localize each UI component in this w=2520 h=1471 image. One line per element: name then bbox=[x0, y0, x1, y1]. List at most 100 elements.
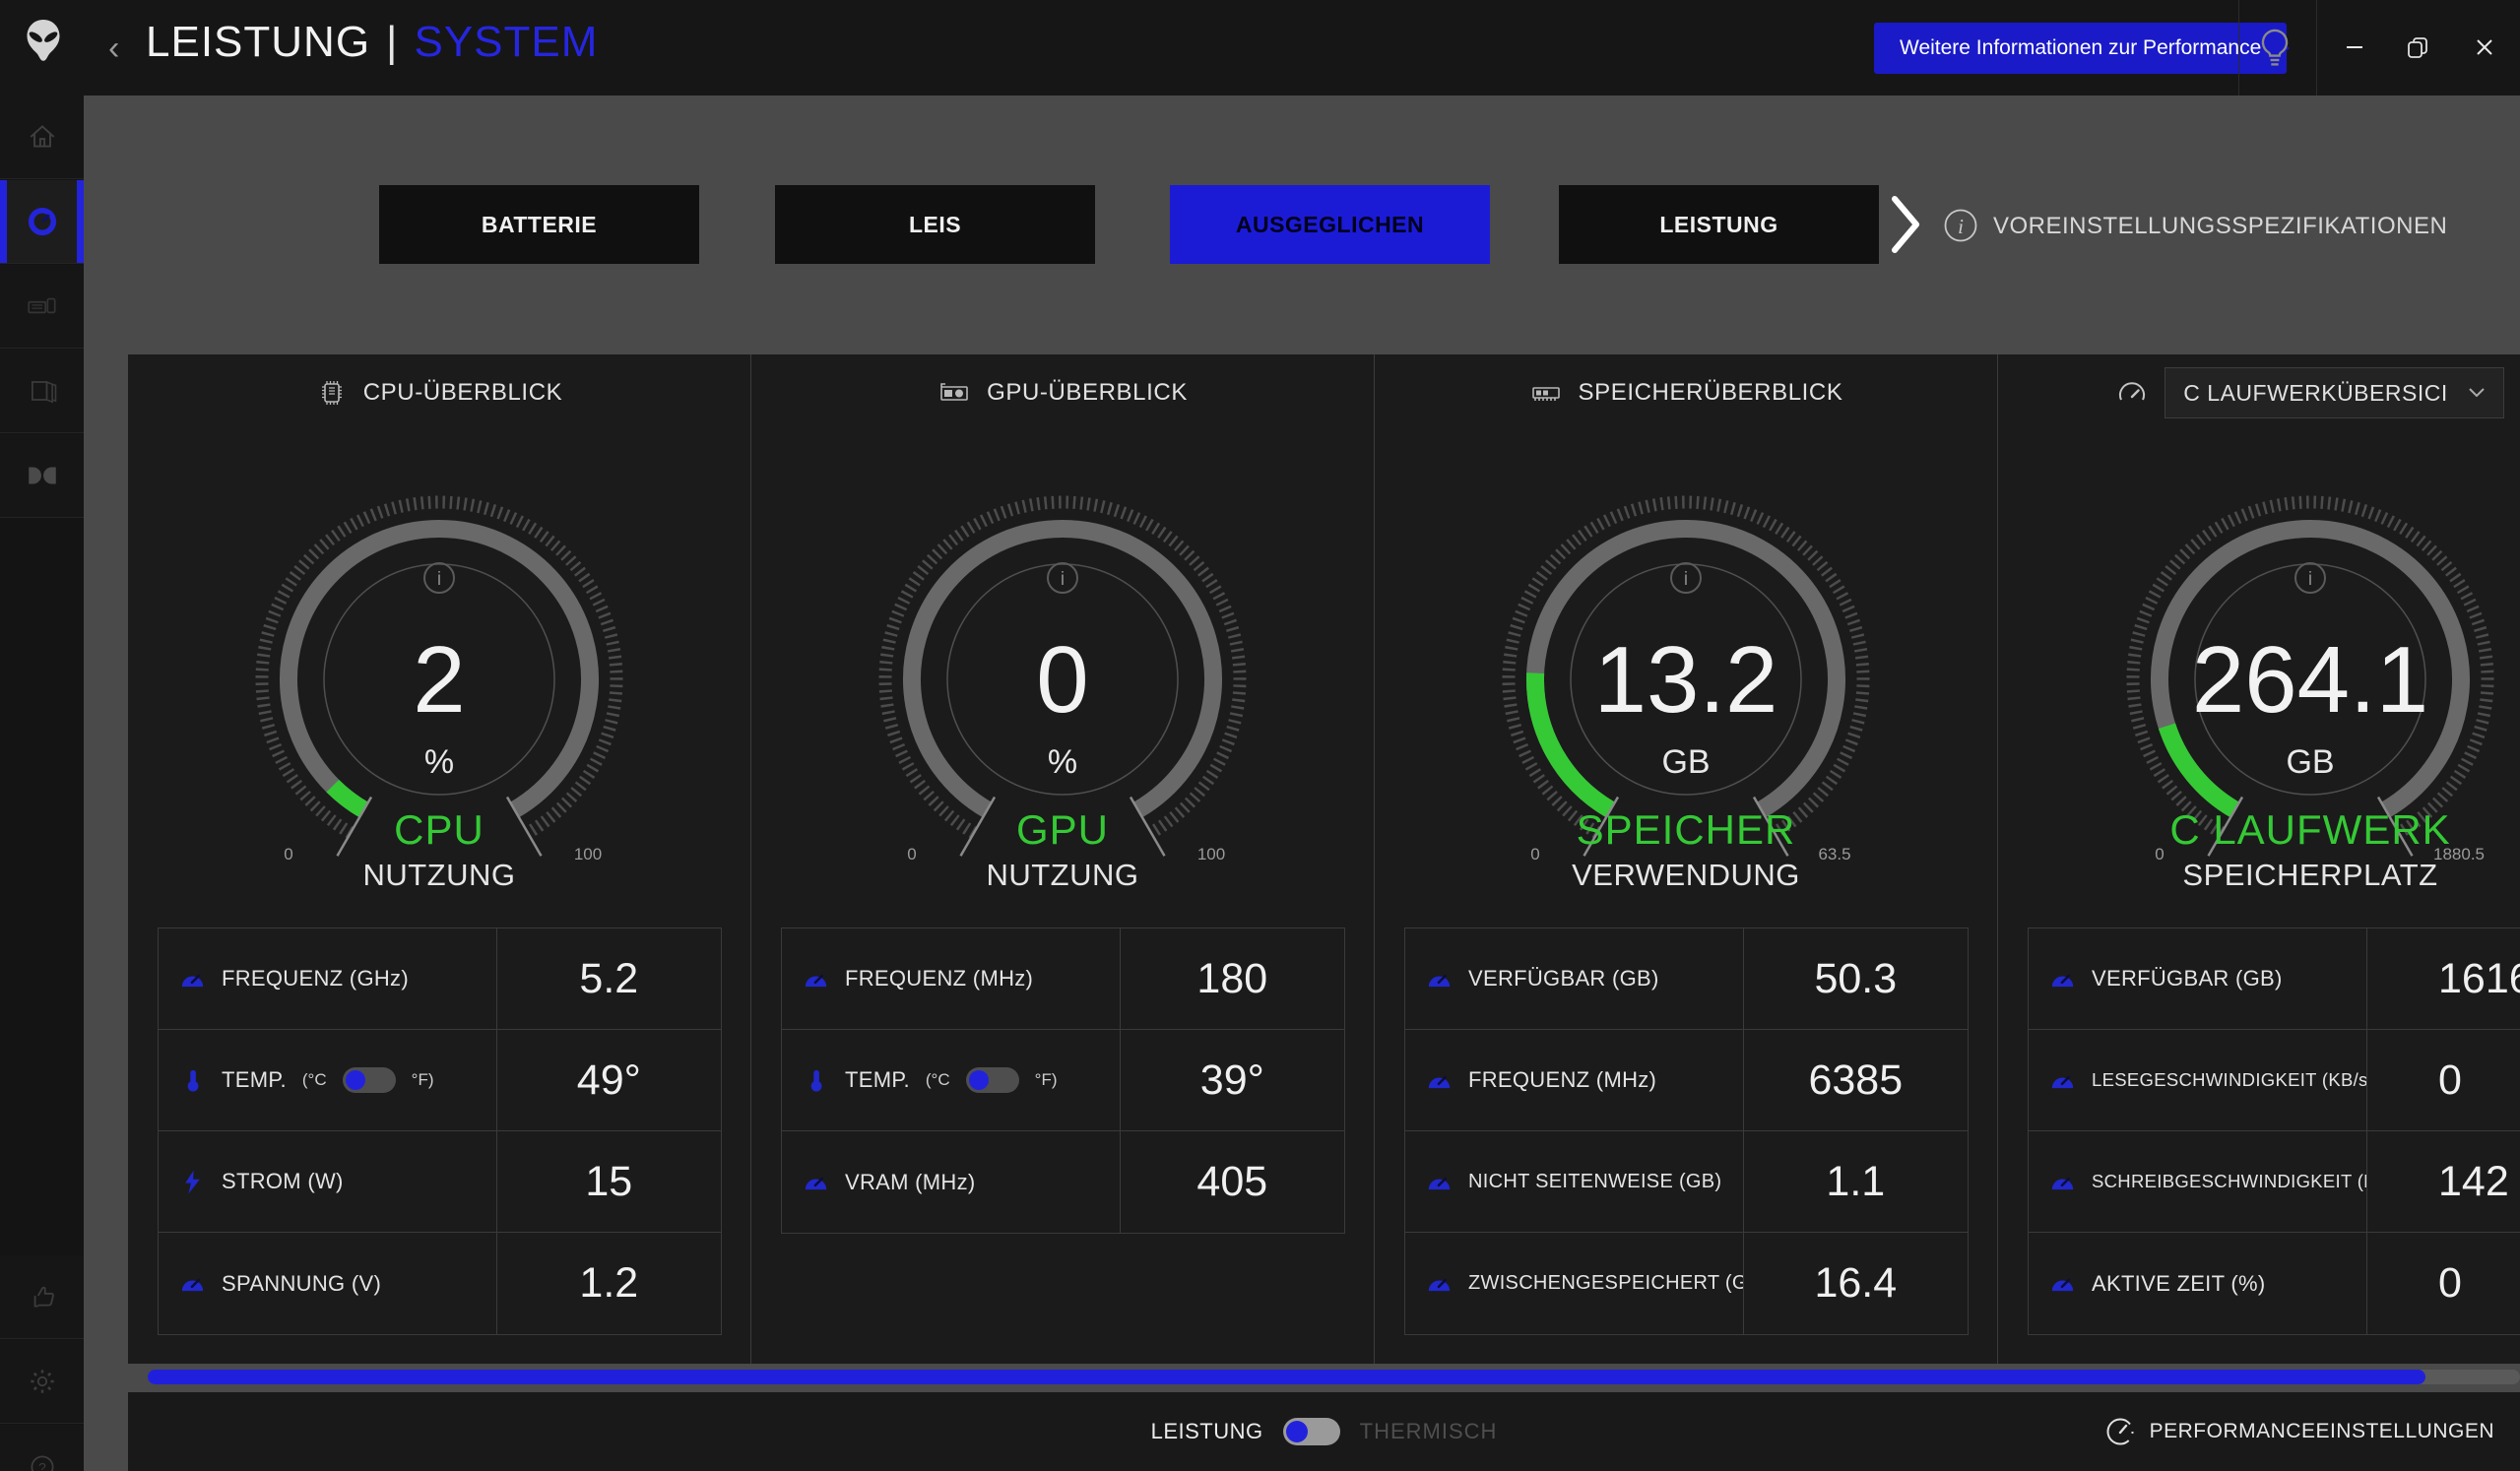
performance-thermal-toggle[interactable] bbox=[1283, 1418, 1340, 1445]
scrollbar-thumb[interactable] bbox=[148, 1370, 2425, 1384]
alienware-logo-icon[interactable] bbox=[22, 14, 65, 69]
row-value: 0 bbox=[2366, 1030, 2520, 1130]
gauge-max: 1880.5 bbox=[2433, 845, 2485, 863]
toggle-knob bbox=[969, 1070, 989, 1090]
memory-gauge: i 13.2 GB SPEICHER VERWENDUNG 0 63.5 bbox=[1474, 468, 1898, 891]
minimize-button[interactable] bbox=[2332, 26, 2377, 69]
row-label: LESEGESCHWINDIGKEIT (KB/s) bbox=[2092, 1069, 2366, 1091]
row-value: 1.2 bbox=[496, 1233, 721, 1334]
restore-icon bbox=[2406, 35, 2429, 59]
gauge-label-secondary: NUTZUNG bbox=[362, 858, 515, 891]
chevron-right-icon[interactable] bbox=[1889, 193, 1922, 256]
overview-panels: CPU-ÜBERBLICK i 2 % CPU NUTZUNG 0 100 bbox=[128, 354, 2520, 1364]
gpu-gauge: i 0 % GPU NUTZUNG 0 100 bbox=[851, 468, 1274, 891]
footer-bar: LEISTUNG THERMISCH PERFORMANCEEINSTELLUN… bbox=[128, 1392, 2520, 1471]
sidebar-item-help[interactable]: ? bbox=[0, 1425, 84, 1471]
speedometer-icon bbox=[2048, 1270, 2076, 1298]
row-label: SPANNUNG (V) bbox=[222, 1271, 381, 1297]
sidebar-item-settings[interactable] bbox=[0, 1340, 84, 1424]
drive-panel: C LAUFWERKÜBERSICI i 264.1 GB C LAUFWERK… bbox=[1998, 354, 2520, 1364]
celsius-label: (°C bbox=[302, 1070, 327, 1090]
temp-unit-toggle[interactable] bbox=[966, 1067, 1019, 1093]
footer-toggle-right-label: THERMISCH bbox=[1360, 1419, 1498, 1444]
performance-settings-button[interactable]: PERFORMANCEEINSTELLUNGEN bbox=[2104, 1392, 2494, 1471]
close-button[interactable] bbox=[2462, 26, 2507, 69]
gauge-label-primary: GPU bbox=[1016, 806, 1109, 853]
sidebar-item-performance[interactable] bbox=[0, 180, 84, 264]
tab-leistung[interactable]: LEISTUNG bbox=[1559, 185, 1879, 264]
help-icon: ? bbox=[26, 1450, 59, 1471]
sidebar-item-devices[interactable] bbox=[0, 265, 84, 349]
performance-gauge-icon bbox=[25, 204, 60, 239]
fahrenheit-label: °F) bbox=[412, 1070, 434, 1090]
gauge-unit: GB bbox=[1661, 743, 1710, 781]
row-value: 6385 bbox=[1743, 1030, 1968, 1130]
row-label: VRAM (MHz) bbox=[845, 1170, 976, 1195]
row-value: 16.4 bbox=[1743, 1233, 1968, 1334]
back-button[interactable]: ‹ bbox=[108, 35, 134, 65]
table-row: SPANNUNG (V) 1.2 bbox=[159, 1233, 721, 1334]
temp-unit-toggle[interactable] bbox=[343, 1067, 396, 1093]
restore-button[interactable] bbox=[2395, 26, 2440, 69]
speedometer-icon bbox=[2048, 1066, 2076, 1094]
speedometer-icon bbox=[178, 965, 206, 992]
ram-icon bbox=[1529, 378, 1563, 408]
table-row: VERFÜGBAR (GB) 1616 bbox=[2029, 928, 2520, 1030]
gauge-min: 0 bbox=[284, 845, 292, 863]
speedometer-icon bbox=[2048, 965, 2076, 992]
alienware-command-center-window: ‹ LEISTUNG|SYSTEM Weitere Informationen … bbox=[0, 0, 2520, 1471]
gauge-min: 0 bbox=[2155, 845, 2164, 863]
tab-ausgeglichen[interactable]: AUSGEGLICHEN bbox=[1170, 185, 1490, 264]
table-row: SCHREIBGESCHWINDIGKEIT (KB/s) 142 bbox=[2029, 1131, 2520, 1233]
drive-select-dropdown[interactable]: C LAUFWERKÜBERSICI bbox=[2165, 367, 2503, 418]
gauge-min: 0 bbox=[907, 845, 916, 863]
performance-info-callout-button[interactable]: Weitere Informationen zur Performance bbox=[1874, 23, 2287, 74]
gauge-unit: % bbox=[1048, 743, 1077, 781]
table-row: AKTIVE ZEIT (%) 0 bbox=[2029, 1233, 2520, 1334]
gauge-info-icon[interactable]: i bbox=[1048, 563, 1077, 593]
gauge-label-primary: CPU bbox=[394, 806, 485, 853]
sidebar-item-library[interactable] bbox=[0, 350, 84, 433]
sidebar-item-home[interactable] bbox=[0, 96, 84, 179]
table-row: FREQUENZ (MHz) 6385 bbox=[1405, 1030, 1968, 1131]
row-value: 0 bbox=[2366, 1233, 2520, 1334]
drive-panel-header: C LAUFWERKÜBERSICI bbox=[1998, 354, 2520, 431]
cpu-chip-icon bbox=[316, 377, 348, 409]
row-label: FREQUENZ (MHz) bbox=[1468, 1067, 1656, 1093]
svg-text:?: ? bbox=[38, 1459, 46, 1471]
info-icon[interactable]: i bbox=[1942, 207, 1979, 244]
titlebar-divider bbox=[2316, 0, 2317, 96]
gauge-info-icon[interactable]: i bbox=[2295, 563, 2325, 593]
gauge-value: 0 bbox=[1036, 627, 1088, 733]
lightbulb-icon[interactable] bbox=[2253, 26, 2296, 73]
gauge-info-icon[interactable]: i bbox=[424, 563, 454, 593]
drive-speedometer-icon bbox=[2115, 377, 2149, 409]
gauge-info-icon[interactable]: i bbox=[1671, 563, 1701, 593]
horizontal-scrollbar[interactable] bbox=[148, 1370, 2520, 1384]
title-separator: | bbox=[386, 18, 398, 66]
page-title: LEISTUNG|SYSTEM bbox=[146, 18, 598, 67]
gauge-label-secondary: SPEICHERPLATZ bbox=[2182, 858, 2437, 891]
svg-text:i: i bbox=[1684, 569, 1688, 590]
gauge-max: 100 bbox=[574, 845, 602, 863]
svg-text:i: i bbox=[1061, 569, 1065, 590]
title-bar: ‹ LEISTUNG|SYSTEM Weitere Informationen … bbox=[0, 0, 2520, 96]
thermometer-icon bbox=[178, 1066, 206, 1094]
home-icon bbox=[26, 120, 59, 154]
preset-specifications-link[interactable]: VOREINSTELLUNGSSPEZIFIKATIONEN bbox=[1993, 213, 2447, 240]
gauge-label-secondary: NUTZUNG bbox=[986, 858, 1138, 891]
row-value: 5.2 bbox=[496, 928, 721, 1029]
toggle-knob bbox=[346, 1070, 365, 1090]
tab-leis[interactable]: LEIS bbox=[775, 185, 1095, 264]
chevron-down-icon bbox=[2468, 387, 2486, 399]
panel-title: SPEICHERÜBERBLICK bbox=[1579, 379, 1843, 407]
table-row: FREQUENZ (GHz) 5.2 bbox=[159, 928, 721, 1030]
table-row: LESEGESCHWINDIGKEIT (KB/s) 0 bbox=[2029, 1030, 2520, 1131]
tab-batterie[interactable]: BATTERIE bbox=[379, 185, 699, 264]
sidebar-item-feedback[interactable] bbox=[0, 1255, 84, 1339]
toggle-knob bbox=[1286, 1421, 1308, 1442]
minimize-icon bbox=[2344, 36, 2365, 58]
gauge-label-primary: SPEICHER bbox=[1577, 806, 1796, 853]
drive-select-value: C LAUFWERKÜBERSICI bbox=[2183, 380, 2447, 407]
sidebar-item-dolby[interactable] bbox=[0, 434, 84, 518]
